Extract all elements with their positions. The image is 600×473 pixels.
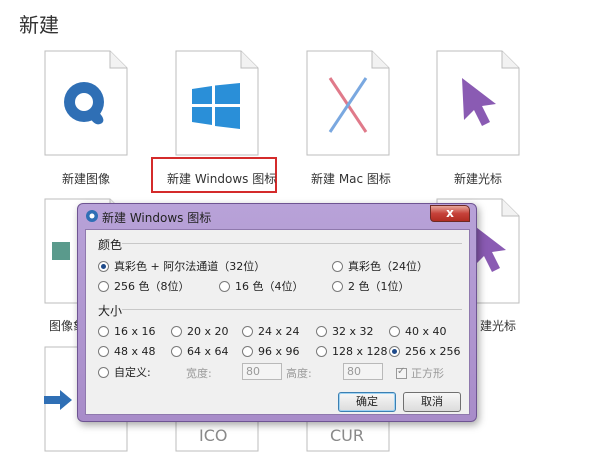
radio[interactable] bbox=[98, 346, 109, 357]
new-mac-icon-card[interactable] bbox=[306, 50, 390, 156]
color-option-4bit[interactable]: 16 色（4位） bbox=[219, 278, 304, 294]
size-option-32[interactable]: 32 x 32 bbox=[316, 325, 374, 338]
size-option-20[interactable]: 20 x 20 bbox=[171, 325, 229, 338]
color-option-1bit[interactable]: 2 色（1位） bbox=[332, 278, 410, 294]
size-option-40[interactable]: 40 x 40 bbox=[389, 325, 447, 338]
new-image-label: 新建图像 bbox=[62, 172, 111, 186]
radio[interactable] bbox=[171, 326, 182, 337]
radio[interactable] bbox=[242, 346, 253, 357]
radio[interactable] bbox=[242, 326, 253, 337]
radio[interactable] bbox=[316, 346, 327, 357]
arrow-right-icon bbox=[44, 390, 72, 410]
cursor-card-2-label: 建光标 bbox=[480, 319, 517, 333]
color-option-32bit[interactable]: 真彩色 + 阿尔法通道（32位） bbox=[98, 258, 265, 274]
size-option-64[interactable]: 64 x 64 bbox=[171, 345, 229, 358]
cur-text: CUR bbox=[330, 426, 364, 445]
new-cursor-card[interactable] bbox=[436, 50, 520, 156]
radio[interactable] bbox=[332, 280, 343, 292]
square-checkbox[interactable]: 正方形 bbox=[396, 365, 444, 381]
size-option-24[interactable]: 24 x 24 bbox=[242, 325, 300, 338]
app-logo-icon bbox=[64, 82, 104, 125]
color-option-24bit[interactable]: 真彩色（24位） bbox=[332, 258, 428, 274]
new-windows-icon-card[interactable] bbox=[175, 50, 259, 156]
mac-x-icon bbox=[328, 77, 368, 133]
dialog-title: 新建 Windows 图标 bbox=[102, 211, 212, 225]
ok-button[interactable]: 确定 bbox=[338, 392, 396, 412]
color-group-divider bbox=[122, 243, 462, 244]
width-input[interactable]: 80 bbox=[242, 363, 282, 380]
image-icon bbox=[52, 242, 70, 260]
size-option-256[interactable]: 256 x 256 bbox=[389, 345, 461, 358]
new-windows-icon-dialog: 新建 Windows 图标 x 颜色 真彩色 + 阿尔法通道（32位） 真彩色（… bbox=[77, 203, 477, 422]
cursor-arrow-icon bbox=[472, 224, 506, 272]
size-option-custom[interactable]: 自定义: bbox=[98, 364, 151, 380]
windows-logo-icon bbox=[192, 83, 240, 129]
radio[interactable] bbox=[316, 326, 327, 337]
size-option-16[interactable]: 16 x 16 bbox=[98, 325, 156, 338]
radio[interactable] bbox=[98, 326, 109, 337]
radio-selected[interactable] bbox=[98, 260, 109, 272]
height-input[interactable]: 80 bbox=[343, 363, 383, 380]
width-label: 宽度: bbox=[186, 367, 212, 380]
new-cursor-label: 新建光标 bbox=[454, 172, 503, 186]
size-group-divider bbox=[122, 309, 462, 310]
cursor-arrow-icon bbox=[462, 78, 496, 126]
new-mac-icon-label: 新建 Mac 图标 bbox=[311, 172, 391, 186]
ico-text: ICO bbox=[199, 426, 228, 445]
color-option-8bit[interactable]: 256 色（8位） bbox=[98, 278, 190, 294]
radio[interactable] bbox=[98, 366, 109, 378]
checkbox-checked[interactable] bbox=[396, 366, 407, 379]
app-logo-icon bbox=[86, 210, 98, 222]
new-windows-icon-label: 新建 Windows 图标 bbox=[167, 172, 277, 186]
size-group-label: 大小 bbox=[98, 304, 123, 318]
radio[interactable] bbox=[171, 346, 182, 357]
color-group-label: 颜色 bbox=[98, 238, 123, 252]
close-button[interactable]: x bbox=[430, 205, 470, 222]
radio[interactable] bbox=[332, 260, 343, 272]
dialog-body: 颜色 真彩色 + 阿尔法通道（32位） 真彩色（24位） 256 色（8位） 1… bbox=[85, 229, 470, 415]
size-option-96[interactable]: 96 x 96 bbox=[242, 345, 300, 358]
new-image-card[interactable] bbox=[44, 50, 128, 156]
radio[interactable] bbox=[98, 280, 109, 292]
close-icon: x bbox=[446, 206, 454, 220]
size-option-48[interactable]: 48 x 48 bbox=[98, 345, 156, 358]
page-title: 新建 bbox=[19, 13, 59, 37]
cancel-button[interactable]: 取消 bbox=[403, 392, 461, 412]
radio[interactable] bbox=[219, 280, 230, 292]
size-option-128[interactable]: 128 x 128 bbox=[316, 345, 388, 358]
dialog-titlebar[interactable]: 新建 Windows 图标 x bbox=[78, 204, 476, 228]
radio[interactable] bbox=[389, 326, 400, 337]
height-label: 高度: bbox=[286, 367, 312, 380]
radio-selected[interactable] bbox=[389, 346, 400, 357]
